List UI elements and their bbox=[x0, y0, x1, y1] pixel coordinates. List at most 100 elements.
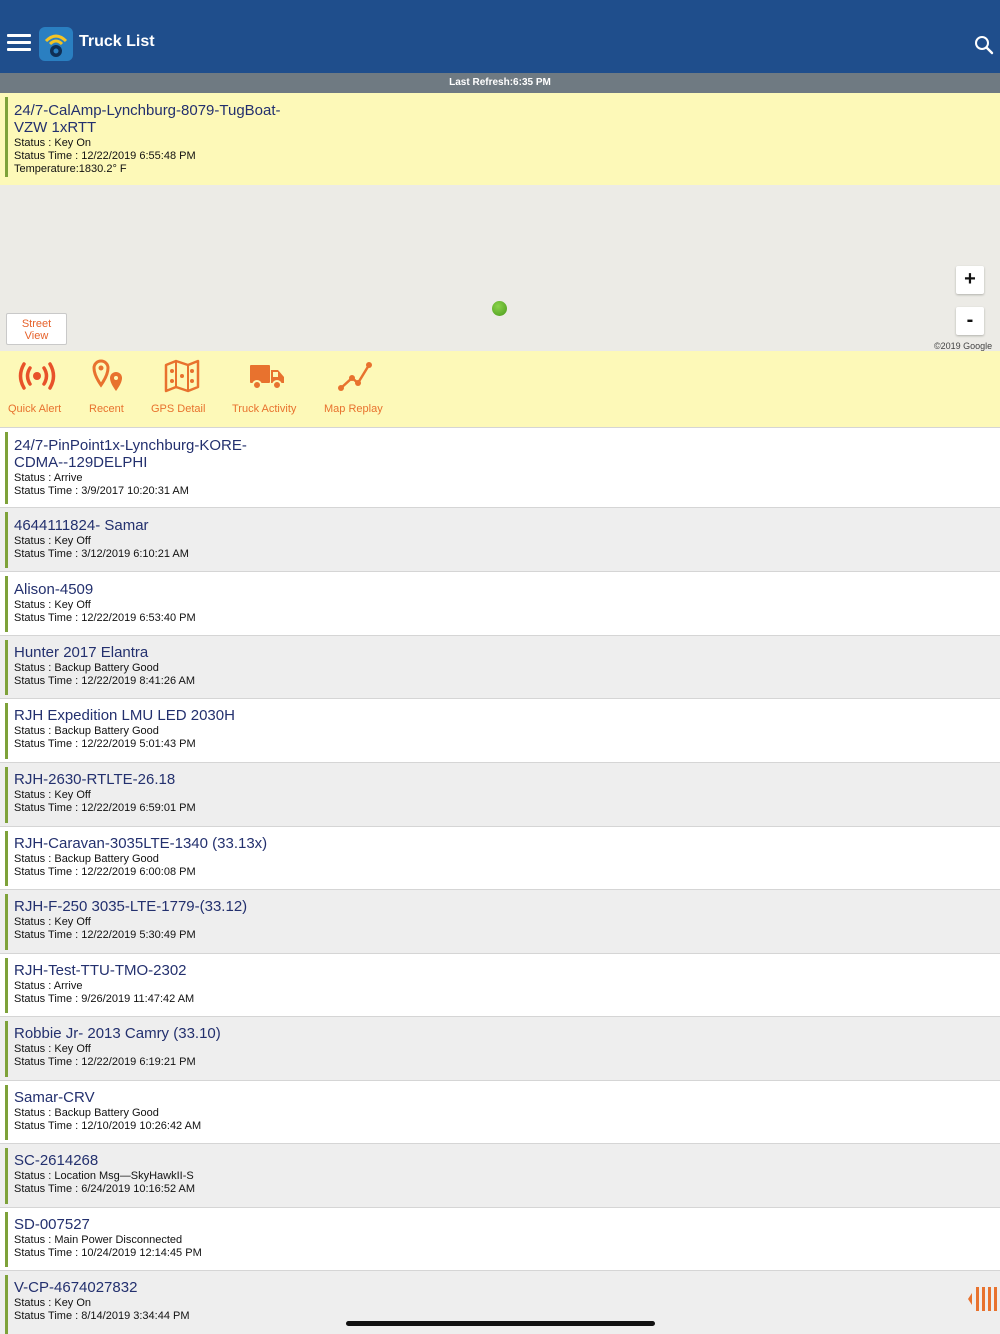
truck-status: Status : Backup Battery Good bbox=[14, 725, 159, 737]
truck-row[interactable]: Hunter 2017 Elantra Status : Backup Batt… bbox=[0, 635, 1000, 698]
truck-name: Robbie Jr- 2013 Camry (33.10) bbox=[14, 1025, 221, 1042]
truck-name: SD-007527 bbox=[14, 1216, 90, 1233]
truck-location-marker[interactable] bbox=[492, 301, 507, 316]
truck-status-time: Status Time : 12/22/2019 6:53:40 PM bbox=[14, 612, 196, 624]
truck-status: Status : Arrive bbox=[14, 980, 83, 992]
truck-activity-button[interactable]: Truck Activity bbox=[232, 351, 304, 427]
truck-row[interactable]: Robbie Jr- 2013 Camry (33.10) Status : K… bbox=[0, 1016, 1000, 1080]
truck-status: Status : Main Power Disconnected bbox=[14, 1234, 183, 1246]
status-accent-bar bbox=[5, 512, 8, 568]
truck-icon bbox=[250, 365, 284, 390]
truck-name: SC-2614268 bbox=[14, 1152, 99, 1169]
truck-status: Status : Location Msg—SkyHawkII-S bbox=[14, 1170, 194, 1182]
truck-row[interactable]: Samar-CRV Status : Backup Battery Good S… bbox=[0, 1080, 1000, 1143]
gps-detail-button[interactable]: GPS Detail bbox=[151, 351, 213, 427]
page-title: Truck List bbox=[79, 33, 155, 50]
truck-status-time: Status Time : 12/22/2019 6:55:48 PM bbox=[14, 150, 196, 162]
truck-name: 24/7-CalAmp-Lynchburg-8079-TugBoat- bbox=[14, 102, 281, 119]
status-accent-bar bbox=[5, 1212, 8, 1267]
hamburger-icon[interactable] bbox=[7, 34, 31, 52]
truck-name: Alison-4509 bbox=[14, 581, 94, 598]
app-root: Truck List Last Refresh:6:35 PM 24/7-Cal… bbox=[0, 0, 1000, 1334]
truck-row[interactable]: Alison-4509 Status : Key Off Status Time… bbox=[0, 571, 1000, 635]
recent-button[interactable]: Recent bbox=[88, 351, 138, 427]
truck-status: Status : Key Off bbox=[14, 916, 91, 928]
street-view-label: Street bbox=[21, 318, 52, 330]
street-view-button[interactable]: Street View bbox=[6, 313, 67, 345]
truck-status: Status : Key Off bbox=[14, 535, 91, 547]
truck-name: Samar-CRV bbox=[14, 1089, 95, 1106]
search-icon[interactable] bbox=[972, 33, 996, 57]
truck-name: RJH-Test-TTU-TMO-2302 bbox=[14, 962, 187, 979]
drawer-handle-icon[interactable] bbox=[966, 1285, 998, 1313]
truck-row[interactable]: RJH-Test-TTU-TMO-2302 Status : Arrive St… bbox=[0, 953, 1000, 1016]
truck-status: Status : Key On bbox=[14, 137, 92, 149]
truck-name: V-CP-4674027832 bbox=[14, 1279, 138, 1296]
status-accent-bar bbox=[5, 1021, 8, 1077]
app-logo bbox=[39, 27, 73, 61]
recent-pins-icon bbox=[92, 359, 122, 391]
zoom-in-button[interactable]: + bbox=[956, 266, 984, 294]
status-accent-bar bbox=[5, 1085, 8, 1140]
truck-status: Status : Backup Battery Good bbox=[14, 1107, 159, 1119]
truck-status: Status : Arrive bbox=[14, 472, 83, 484]
truck-status: Status : Backup Battery Good bbox=[14, 853, 159, 865]
status-accent-bar bbox=[5, 97, 8, 177]
truck-status: Status : Key Off bbox=[14, 789, 91, 801]
map-copyright: ©2019 Google bbox=[934, 341, 993, 351]
truck-status: Status : Key Off bbox=[14, 599, 91, 611]
street-view-label-2: View bbox=[24, 330, 49, 342]
app-header: Truck List bbox=[0, 0, 1000, 73]
truck-row[interactable]: RJH-Caravan-3035LTE-1340 (33.13x) Status… bbox=[0, 826, 1000, 889]
selected-truck-card[interactable]: 24/7-CalAmp-Lynchburg-8079-TugBoat- VZW … bbox=[0, 93, 1000, 185]
truck-row[interactable]: SC-2614268 Status : Location Msg—SkyHawk… bbox=[0, 1143, 1000, 1207]
status-accent-bar bbox=[5, 831, 8, 886]
map-replay-button[interactable]: Map Replay bbox=[324, 351, 390, 427]
truck-status: Status : Key On bbox=[14, 1297, 92, 1309]
quick-alert-label: Quick Alert bbox=[8, 403, 62, 415]
zoom-out-button[interactable]: - bbox=[956, 307, 984, 335]
truck-row[interactable]: RJH-F-250 3035-LTE-1779-(33.12) Status :… bbox=[0, 889, 1000, 953]
map-view[interactable]: Street View + - ©2019 Google bbox=[0, 185, 1000, 351]
truck-name-cont: VZW 1xRTT bbox=[14, 119, 97, 136]
truck-name: Hunter 2017 Elantra bbox=[14, 644, 149, 661]
truck-status-time: Status Time : 3/9/2017 10:20:31 AM bbox=[14, 485, 189, 497]
truck-row[interactable]: RJH-2630-RTLTE-26.18 Status : Key Off St… bbox=[0, 762, 1000, 826]
truck-status-time: Status Time : 3/12/2019 6:10:21 AM bbox=[14, 548, 189, 560]
truck-row[interactable]: RJH Expedition LMU LED 2030H Status : Ba… bbox=[0, 698, 1000, 762]
truck-activity-label: Truck Activity bbox=[232, 403, 297, 415]
truck-status-time: Status Time : 9/26/2019 11:47:42 AM bbox=[14, 993, 195, 1005]
truck-name: RJH-Caravan-3035LTE-1340 (33.13x) bbox=[14, 835, 268, 852]
truck-temperature: Temperature:1830.2° F bbox=[14, 163, 127, 175]
truck-status-time: Status Time : 12/22/2019 6:00:08 PM bbox=[14, 866, 196, 878]
status-accent-bar bbox=[5, 894, 8, 950]
truck-status-time: Status Time : 10/24/2019 12:14:45 PM bbox=[14, 1247, 202, 1259]
truck-status-time: Status Time : 6/24/2019 10:16:52 AM bbox=[14, 1183, 196, 1195]
status-accent-bar bbox=[5, 576, 8, 632]
truck-status-time: Status Time : 12/10/2019 10:26:42 AM bbox=[14, 1120, 202, 1132]
status-accent-bar bbox=[5, 640, 8, 695]
truck-name: RJH Expedition LMU LED 2030H bbox=[14, 707, 235, 724]
truck-name-cont: CDMA--129DELPHI bbox=[14, 454, 148, 471]
status-accent-bar bbox=[5, 1275, 8, 1334]
truck-status-time: Status Time : 12/22/2019 5:01:43 PM bbox=[14, 738, 196, 750]
map-replay-label: Map Replay bbox=[324, 403, 383, 415]
quick-alert-icon bbox=[18, 362, 56, 390]
home-indicator[interactable] bbox=[346, 1321, 655, 1326]
action-bar: Quick Alert Recent GPS Detail Truck Acti… bbox=[0, 351, 1000, 427]
gps-map-icon bbox=[164, 359, 200, 393]
status-accent-bar bbox=[5, 432, 8, 504]
truck-status-time: Status Time : 8/14/2019 3:34:44 PM bbox=[14, 1310, 190, 1322]
truck-status-time: Status Time : 12/22/2019 5:30:49 PM bbox=[14, 929, 196, 941]
truck-status-time: Status Time : 12/22/2019 8:41:26 AM bbox=[14, 675, 196, 687]
truck-row[interactable]: 4644111824- Samar Status : Key Off Statu… bbox=[0, 507, 1000, 571]
truck-row[interactable]: 24/7-PinPoint1x-Lynchburg-KORE- CDMA--12… bbox=[0, 427, 1000, 507]
gps-detail-label: GPS Detail bbox=[151, 403, 206, 415]
status-accent-bar bbox=[5, 958, 8, 1013]
quick-alert-button[interactable]: Quick Alert bbox=[8, 351, 68, 427]
status-accent-bar bbox=[5, 1148, 8, 1204]
truck-row[interactable]: SD-007527 Status : Main Power Disconnect… bbox=[0, 1207, 1000, 1270]
truck-name: RJH-F-250 3035-LTE-1779-(33.12) bbox=[14, 898, 248, 915]
map-replay-icon bbox=[338, 362, 372, 391]
truck-name: RJH-2630-RTLTE-26.18 bbox=[14, 771, 176, 788]
